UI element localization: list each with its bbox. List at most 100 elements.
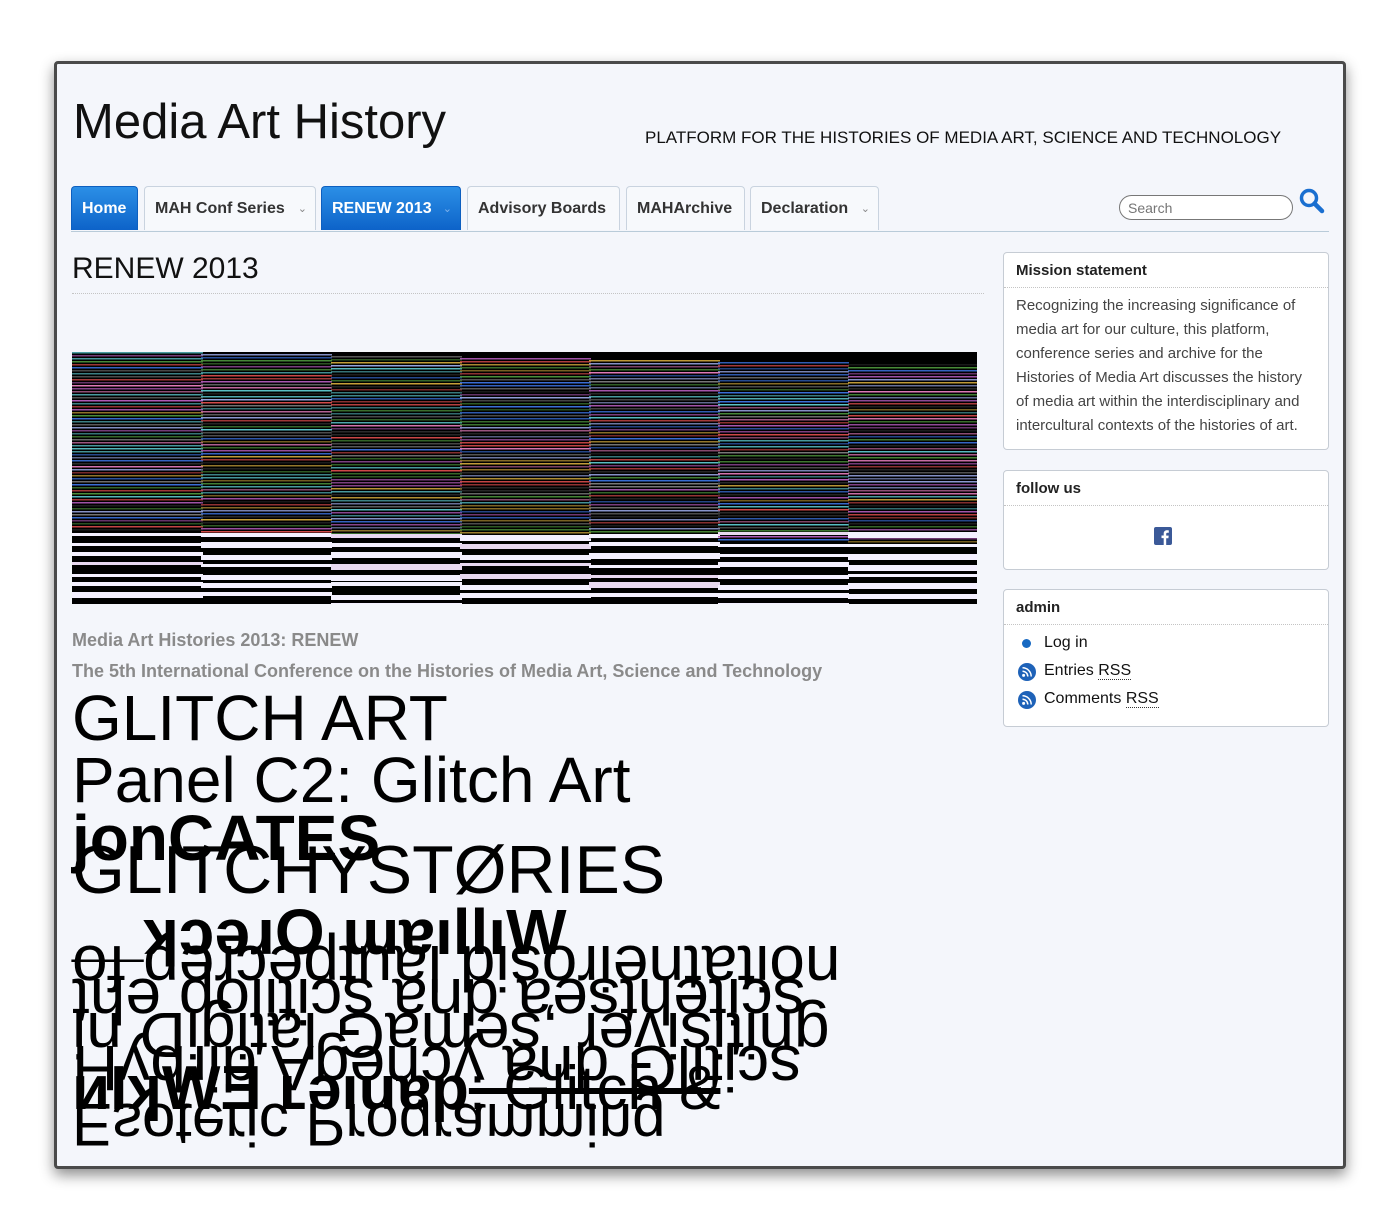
glitch-scanline xyxy=(72,394,203,396)
glitch-scanline xyxy=(201,423,332,425)
glitch-scanline xyxy=(718,389,849,391)
glitch-scanline xyxy=(589,381,720,383)
glitch-stripe xyxy=(201,564,332,567)
glitch-scanline xyxy=(72,463,203,465)
rss-icon xyxy=(1018,691,1036,709)
glitch-scanline xyxy=(460,514,591,516)
glitch-scanline xyxy=(201,444,332,446)
glitch-scanline xyxy=(848,376,977,378)
glitch-scanline xyxy=(589,525,720,527)
glitch-scanline xyxy=(460,385,591,387)
glitch-scanline xyxy=(331,383,462,385)
glitch-stripe xyxy=(589,575,720,578)
glitch-scanline xyxy=(589,435,720,437)
glitch-scanline xyxy=(201,441,332,443)
glitch-scanline xyxy=(201,447,332,449)
glitch-scanline xyxy=(72,481,203,483)
glitch-scanline xyxy=(848,415,977,417)
talk-title: GLITCHYSTØRIES xyxy=(72,832,666,908)
glitch-scanline xyxy=(460,493,591,495)
tab-mah-conf-series[interactable]: MAH Conf Series ⌄ xyxy=(144,186,316,230)
glitch-scanline xyxy=(331,362,462,364)
glitch-scanline xyxy=(201,462,332,464)
glitch-scanline xyxy=(589,504,720,506)
glitch-scanline xyxy=(460,394,591,396)
glitch-scanline xyxy=(848,400,977,402)
facebook-icon[interactable] xyxy=(1154,527,1172,545)
glitch-scanline xyxy=(848,424,977,426)
tab-maharchive[interactable]: MAHArchive xyxy=(626,186,745,230)
glitch-scanline xyxy=(72,487,203,489)
glitch-stripe xyxy=(201,555,332,560)
glitch-scanline xyxy=(460,478,591,480)
glitch-scanline xyxy=(848,382,977,384)
login-link[interactable]: Log in xyxy=(1016,629,1328,657)
glitch-scanline xyxy=(201,369,332,371)
glitch-scanline xyxy=(460,400,591,402)
glitch-scanline xyxy=(460,499,591,501)
glitch-scanline xyxy=(589,468,720,470)
tab-declaration[interactable]: Declaration ⌄ xyxy=(750,186,879,230)
glitch-scanline xyxy=(848,430,977,432)
chevron-down-icon: ⌄ xyxy=(860,203,870,215)
glitch-scanline xyxy=(589,375,720,377)
tab-home[interactable]: Home xyxy=(71,186,138,230)
glitch-scanline xyxy=(72,358,203,360)
glitch-scanline xyxy=(331,521,462,523)
search-input[interactable] xyxy=(1119,195,1293,220)
glitch-scanline xyxy=(72,382,203,384)
glitch-scanline xyxy=(460,403,591,405)
glitch-stripe xyxy=(331,543,462,547)
glitch-scanline xyxy=(201,525,332,527)
flipped-text: Esoteric Programming xyxy=(72,1091,666,1158)
glitch-scanline xyxy=(201,456,332,458)
glitch-scanline xyxy=(201,459,332,461)
glitch-scanline xyxy=(72,466,203,468)
glitch-scanline xyxy=(460,481,591,483)
glitch-scanline xyxy=(718,479,849,481)
glitch-scanline xyxy=(589,498,720,500)
glitch-scanline xyxy=(331,488,462,490)
glitch-scanline xyxy=(331,512,462,514)
glitch-scanline xyxy=(589,414,720,416)
glitch-scanline xyxy=(460,370,591,372)
tab-renew-2013[interactable]: RENEW 2013 ⌄ xyxy=(321,186,461,230)
glitch-scanline xyxy=(460,442,591,444)
glitch-scanline xyxy=(848,406,977,408)
glitch-scanline xyxy=(331,476,462,478)
glitch-scanline xyxy=(72,478,203,480)
glitch-stripe xyxy=(718,603,849,604)
glitch-scanline xyxy=(72,421,203,423)
glitch-scanline xyxy=(848,367,977,369)
glitch-scanline xyxy=(848,484,977,486)
glitch-scanline xyxy=(589,369,720,371)
glitch-scanline xyxy=(331,467,462,469)
glitch-scanline xyxy=(331,422,462,424)
glitch-scanline xyxy=(72,448,203,450)
glitch-scanline xyxy=(72,385,203,387)
glitch-scanline xyxy=(848,373,977,375)
entries-rss-link[interactable]: Entries RSS xyxy=(1016,657,1328,685)
glitch-scanline xyxy=(589,489,720,491)
comments-rss-link[interactable]: Comments RSS xyxy=(1016,685,1328,713)
glitch-scanline xyxy=(460,358,591,360)
rss-icon xyxy=(1018,663,1036,681)
site-title[interactable]: Media Art History xyxy=(73,94,446,150)
search-icon[interactable] xyxy=(1299,188,1325,214)
glitch-scanline xyxy=(331,419,462,421)
glitch-scanline xyxy=(460,487,591,489)
glitch-scanline xyxy=(848,454,977,456)
glitch-stripe xyxy=(460,574,591,579)
glitch-scanline xyxy=(460,469,591,471)
glitch-scanline xyxy=(201,516,332,518)
glitch-scanline xyxy=(589,360,720,362)
bullet-icon xyxy=(1022,639,1031,648)
tab-advisory-boards[interactable]: Advisory Boards xyxy=(467,186,620,230)
glitch-scanline xyxy=(589,390,720,392)
glitch-scanline xyxy=(460,373,591,375)
glitch-scanline xyxy=(718,395,849,397)
glitch-scanline xyxy=(72,505,203,507)
glitch-scanline xyxy=(718,500,849,502)
glitch-scanline xyxy=(72,424,203,426)
glitch-scanline xyxy=(460,379,591,381)
